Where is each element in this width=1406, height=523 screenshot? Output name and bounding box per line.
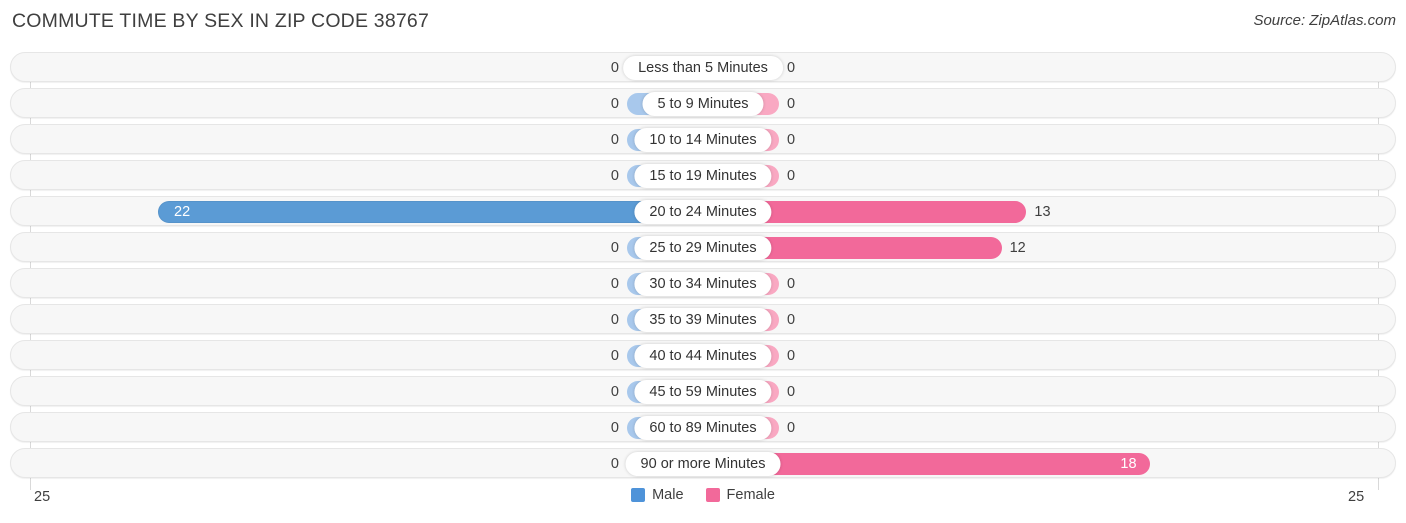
table-row[interactable]: 0 0 Less than 5 Minutes	[10, 52, 1396, 82]
category-label: 20 to 24 Minutes	[634, 200, 772, 224]
table-row[interactable]: 0 0 45 to 59 Minutes	[10, 376, 1396, 406]
bar-value-female: 18	[1120, 456, 1137, 472]
category-label: 35 to 39 Minutes	[634, 308, 772, 332]
table-row[interactable]: 0 0 35 to 39 Minutes	[10, 304, 1396, 334]
bar-value-male: 0	[610, 348, 619, 364]
category-label: 5 to 9 Minutes	[642, 92, 764, 116]
table-row[interactable]: 0 18 90 or more Minutes	[10, 448, 1396, 478]
table-row[interactable]: 0 0 30 to 34 Minutes	[10, 268, 1396, 298]
table-row[interactable]: 0 0 60 to 89 Minutes	[10, 412, 1396, 442]
legend-label-male: Male	[652, 487, 684, 503]
legend-swatch-female-icon	[705, 488, 720, 502]
legend-item-male[interactable]: Male	[631, 487, 684, 503]
bar-value-male: 0	[610, 132, 619, 148]
bar-value-female: 0	[787, 420, 796, 436]
category-label: 45 to 59 Minutes	[634, 380, 772, 404]
bar-value-female: 13	[1034, 204, 1051, 220]
category-label: 15 to 19 Minutes	[634, 164, 772, 188]
bar-value-female: 0	[787, 96, 796, 112]
category-label: 40 to 44 Minutes	[634, 344, 772, 368]
category-label: 10 to 14 Minutes	[634, 128, 772, 152]
category-label: 60 to 89 Minutes	[634, 416, 772, 440]
table-row[interactable]: 0 0 10 to 14 Minutes	[10, 124, 1396, 154]
bar-value-male: 0	[610, 456, 619, 472]
legend-swatch-male-icon	[631, 488, 646, 502]
legend-item-female[interactable]: Female	[705, 487, 775, 503]
bar-value-male: 22	[174, 204, 191, 220]
bar-value-female: 0	[787, 132, 796, 148]
bar-value-male: 0	[610, 276, 619, 292]
bar-value-male: 0	[610, 420, 619, 436]
category-label: 30 to 34 Minutes	[634, 272, 772, 296]
bar-value-female: 12	[1009, 240, 1026, 256]
bar-male[interactable]	[158, 201, 702, 223]
bar-value-female: 0	[787, 276, 796, 292]
bar-value-female: 0	[787, 348, 796, 364]
legend: Male Female	[0, 487, 1406, 503]
table-row[interactable]: 0 0 40 to 44 Minutes	[10, 340, 1396, 370]
bar-value-male: 0	[610, 312, 619, 328]
category-label: 90 or more Minutes	[625, 452, 781, 476]
bar-value-male: 0	[610, 96, 619, 112]
bar-value-male: 0	[610, 240, 619, 256]
source-attribution: Source: ZipAtlas.com	[1253, 12, 1396, 29]
bar-value-female: 0	[787, 384, 796, 400]
table-row[interactable]: 22 13 20 to 24 Minutes	[10, 196, 1396, 226]
page-title: COMMUTE TIME BY SEX IN ZIP CODE 38767	[12, 10, 430, 32]
category-label: 25 to 29 Minutes	[634, 236, 772, 260]
bar-value-female: 0	[787, 60, 796, 76]
commute-time-chart: COMMUTE TIME BY SEX IN ZIP CODE 38767 So…	[0, 0, 1406, 523]
plot-area: 0 0 Less than 5 Minutes 0 0 5 to 9 Minutes 0 0 1…	[0, 52, 1406, 490]
table-row[interactable]: 0 0 5 to 9 Minutes	[10, 88, 1396, 118]
table-row[interactable]: 0 0 15 to 19 Minutes	[10, 160, 1396, 190]
table-row[interactable]: 0 12 25 to 29 Minutes	[10, 232, 1396, 262]
bar-value-male: 0	[610, 384, 619, 400]
bar-value-male: 0	[610, 60, 619, 76]
bar-value-female: 0	[787, 312, 796, 328]
bar-value-male: 0	[610, 168, 619, 184]
category-label: Less than 5 Minutes	[623, 56, 783, 80]
bar-value-female: 0	[787, 168, 796, 184]
legend-label-female: Female	[726, 487, 775, 503]
